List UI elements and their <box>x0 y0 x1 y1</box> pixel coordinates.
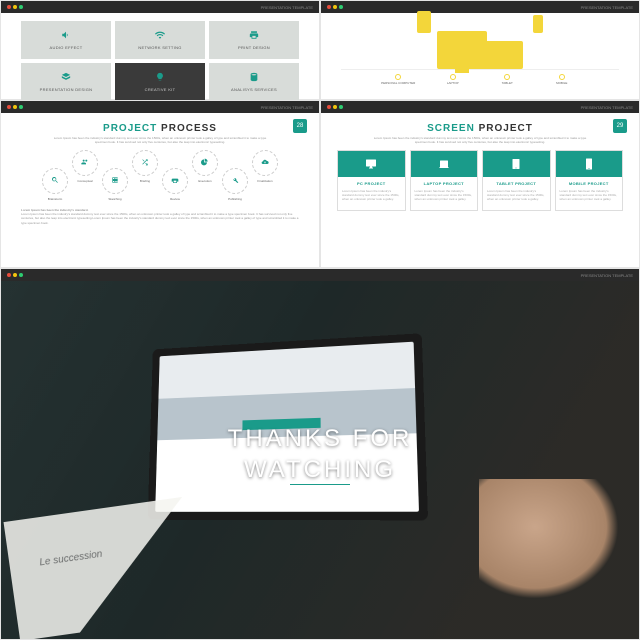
tile-4[interactable]: CREATIVE KIT <box>115 63 205 101</box>
slide-1: PRESENTATION TEMPLATE AUDIO EFFECT NETWOR… <box>0 0 320 100</box>
slide-title: PROJECT PROCESS <box>1 113 319 136</box>
box-desc: Lorem Ipsum has been the industry's stan… <box>483 190 550 210</box>
hands-photo <box>479 479 619 599</box>
circle-label: Finalization <box>257 179 272 183</box>
circle-label: Briefing <box>140 179 150 183</box>
volume-icon <box>61 30 71 43</box>
device-label: TABLET <box>502 81 513 85</box>
tile-label: PRINT DESIGN <box>238 45 270 50</box>
process-circle-0: Brainstorm <box>42 168 68 194</box>
process-circle-4: Review <box>162 168 188 194</box>
circle-label: Sketching <box>108 197 121 201</box>
process-circle-6: Publishing <box>222 168 248 194</box>
bullet-icon <box>395 74 401 80</box>
bullet-icon <box>559 74 565 80</box>
footer-text: PRESENTATION TEMPLATE <box>581 5 633 10</box>
device-graphic <box>321 13 639 69</box>
paper-photo <box>4 497 199 640</box>
subtitle: Lorem Ipsum has been the industry's stan… <box>321 136 639 150</box>
circle-label: Conceptual <box>77 179 92 183</box>
tile-3[interactable]: PRESENTATION DESIGN <box>21 63 111 101</box>
tile-1[interactable]: NETWORK SETTING <box>115 21 205 59</box>
db-icon <box>249 72 259 85</box>
subtitle: Lorem Ipsum has been the industry's stan… <box>1 136 319 150</box>
box-desc: Lorem Ipsum has been the industry's stan… <box>411 190 478 210</box>
circle-label: Publishing <box>228 197 242 201</box>
screen-box-1: LAPTOP PROJECTLorem Ipsum has been the i… <box>410 150 479 211</box>
meet-icon <box>81 158 89 168</box>
process-circle-7: Finalization <box>252 150 278 176</box>
laptop-icon <box>411 151 478 177</box>
tile-label: AUDIO EFFECT <box>50 45 83 50</box>
slide-3: PRESENTATION TEMPLATE 28 PROJECT PROCESS… <box>0 100 320 268</box>
device-label: LAPTOP <box>447 81 459 85</box>
device-item-0: PERSONAL COMPUTER <box>371 74 426 85</box>
page-number: 28 <box>293 119 307 133</box>
process-circle-1: Conceptual <box>72 150 98 176</box>
circle-label: Review <box>170 197 180 201</box>
tile-label: CREATIVE KIT <box>145 87 176 92</box>
accent-line <box>290 484 350 485</box>
box-desc: Lorem Ipsum has been the industry's stan… <box>556 190 623 210</box>
process-circle-5: Execution <box>192 150 218 176</box>
print-icon <box>249 30 259 43</box>
footer-text: PRESENTATION TEMPLATE <box>261 5 313 10</box>
layers-icon <box>61 72 71 85</box>
slide-title: SCREEN PROJECT <box>321 113 639 136</box>
screen-box-3: MOBILE PROJECTLorem Ipsum has been the i… <box>555 150 624 211</box>
tile-label: PRESENTATION DESIGN <box>40 87 93 92</box>
tile-2[interactable]: PRINT DESIGN <box>209 21 299 59</box>
monitor-icon <box>338 151 405 177</box>
process-circle-3: Briefing <box>132 150 158 176</box>
tools-icon <box>231 176 239 186</box>
print2-icon <box>171 176 179 186</box>
cloud-icon <box>261 158 269 168</box>
process-circle-2: Sketching <box>102 168 128 194</box>
screen-box-2: TABLET PROJECTLorem Ipsum has been the i… <box>482 150 551 211</box>
pie-icon <box>201 158 209 168</box>
tile-label: NETWORK SETTING <box>138 45 181 50</box>
tile-label: ANALISYS SERVICES <box>231 87 277 92</box>
search-icon <box>51 176 59 186</box>
thanks-title: THANKS FORWATCHING <box>228 423 413 485</box>
bulb-icon <box>155 72 165 85</box>
shuffle-icon <box>141 158 149 168</box>
device-item-1: LAPTOP <box>426 74 481 85</box>
circle-label: Brainstorm <box>48 197 63 201</box>
device-label: MOBILE <box>556 81 567 85</box>
bullet-icon <box>504 74 510 80</box>
page-number: 29 <box>613 119 627 133</box>
film-icon <box>111 176 119 186</box>
screen-box-0: PC PROJECTLorem Ipsum has been the indus… <box>337 150 406 211</box>
bullet-icon <box>450 74 456 80</box>
box-desc: Lorem Ipsum has been the industry's stan… <box>338 190 405 210</box>
mobile-icon <box>556 151 623 177</box>
slide-4: PRESENTATION TEMPLATE 29 SCREEN PROJECT … <box>320 100 640 268</box>
device-item-3: MOBILE <box>535 74 590 85</box>
slide-5: PRESENTATION TEMPLATE THANKS FORWATCHING <box>0 268 640 640</box>
circle-label: Execution <box>198 179 211 183</box>
topbar: PRESENTATION TEMPLATE <box>321 1 639 13</box>
device-label: PERSONAL COMPUTER <box>381 81 415 85</box>
device-item-2: TABLET <box>480 74 535 85</box>
slide-2: PRESENTATION TEMPLATE PERSONAL COMPUTER L… <box>320 0 640 100</box>
tile-0[interactable]: AUDIO EFFECT <box>21 21 111 59</box>
topbar: PRESENTATION TEMPLATE <box>1 1 319 13</box>
tablet-icon <box>483 151 550 177</box>
tile-5[interactable]: ANALISYS SERVICES <box>209 63 299 101</box>
wifi-icon <box>155 30 165 43</box>
